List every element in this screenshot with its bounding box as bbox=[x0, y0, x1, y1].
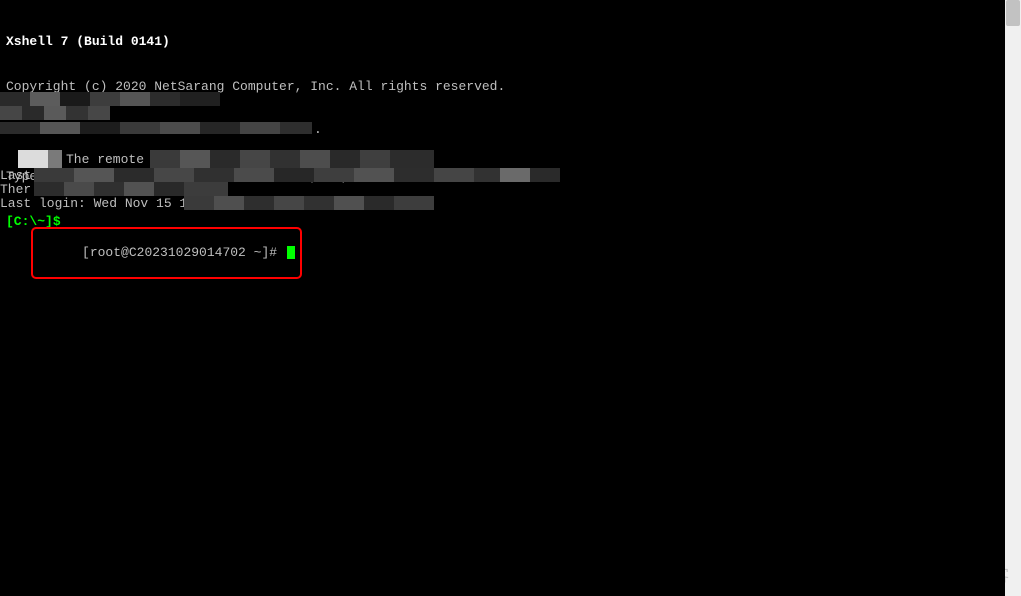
redacted-output: . The remote S Last Ther bbox=[0, 92, 580, 212]
scrollbar-thumb[interactable] bbox=[1006, 0, 1020, 26]
vertical-scrollbar[interactable] bbox=[1005, 0, 1021, 596]
app-title: Xshell 7 (Build 0141) bbox=[6, 34, 999, 49]
help-line: Type `help' to learn how to use Xshell p… bbox=[6, 169, 999, 184]
blank-line bbox=[6, 124, 999, 139]
copyright-line: Copyright (c) 2020 NetSarang Computer, I… bbox=[6, 79, 999, 94]
fragment-last-login: Last login: Wed Nov 15 15: bbox=[0, 196, 203, 211]
shell-prompt[interactable]: [root@C20231029014702 ~]# bbox=[82, 245, 285, 260]
fragment-remote: The remote S bbox=[66, 152, 160, 167]
terminal-window[interactable]: Xshell 7 (Build 0141) Copyright (c) 2020… bbox=[0, 0, 1005, 596]
shell-prompt-highlight: [root@C20231029014702 ~]# bbox=[31, 227, 302, 279]
fragment-ther: Ther bbox=[0, 182, 31, 197]
cursor-icon bbox=[287, 246, 295, 259]
